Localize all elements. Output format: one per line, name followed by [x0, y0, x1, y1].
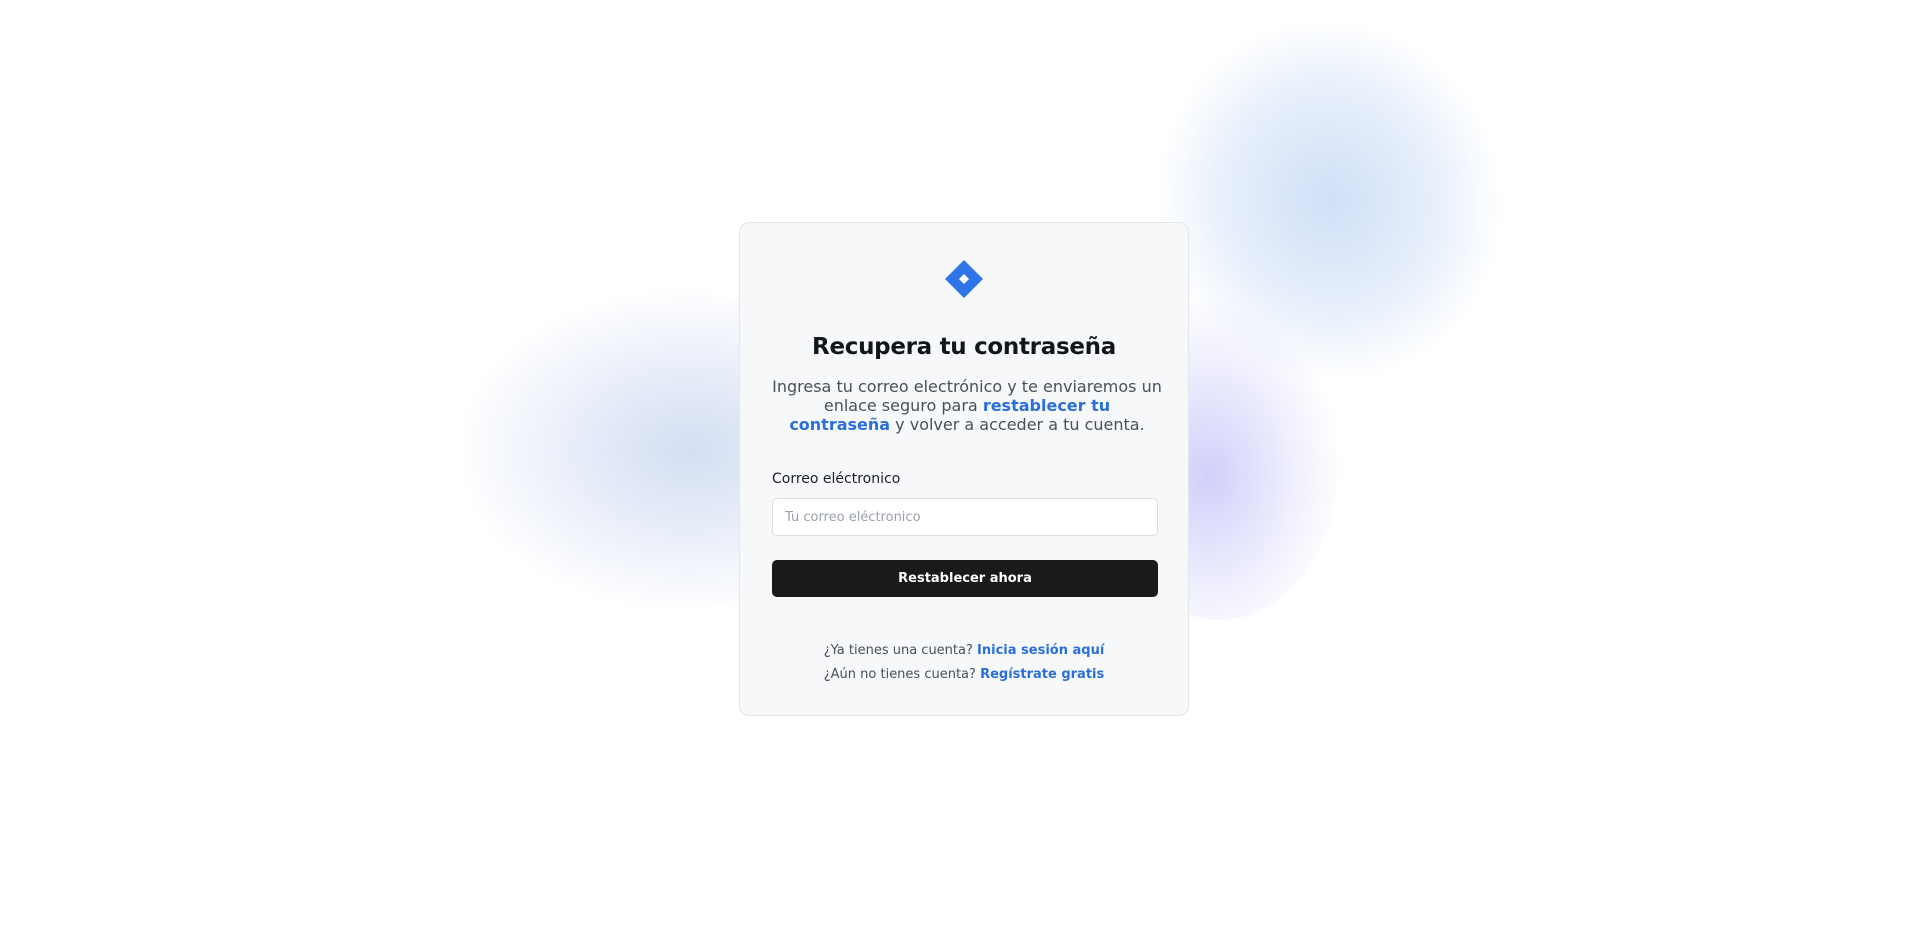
reset-now-button[interactable]: Restablecer ahora [772, 560, 1158, 597]
diamond-logo-icon [945, 260, 983, 298]
page-title: Recupera tu contraseña [812, 334, 1116, 360]
register-prompt: ¿Aún no tienes cuenta? [823, 667, 981, 682]
account-links: ¿Ya tienes una cuenta? Inicia sesión aqu… [772, 639, 1156, 687]
login-prompt: ¿Ya tienes una cuenta? [823, 643, 978, 658]
password-recovery-card: Recupera tu contraseña Ingresa tu correo… [739, 222, 1189, 716]
brand-logo [942, 257, 986, 301]
register-row: ¿Aún no tienes cuenta? Regístrate gratis [772, 663, 1156, 687]
page-description: Ingresa tu correo electrónico y te envia… [772, 377, 1162, 434]
register-link[interactable]: Regístrate gratis [980, 667, 1104, 682]
page-background: Recupera tu contraseña Ingresa tu correo… [0, 0, 1920, 941]
login-row: ¿Ya tienes una cuenta? Inicia sesión aqu… [772, 639, 1156, 663]
login-link[interactable]: Inicia sesión aquí [977, 643, 1104, 658]
description-text-end: y volver a acceder a tu cuenta. [890, 415, 1145, 434]
email-label: Correo eléctronico [772, 471, 901, 487]
email-input[interactable] [772, 498, 1158, 536]
